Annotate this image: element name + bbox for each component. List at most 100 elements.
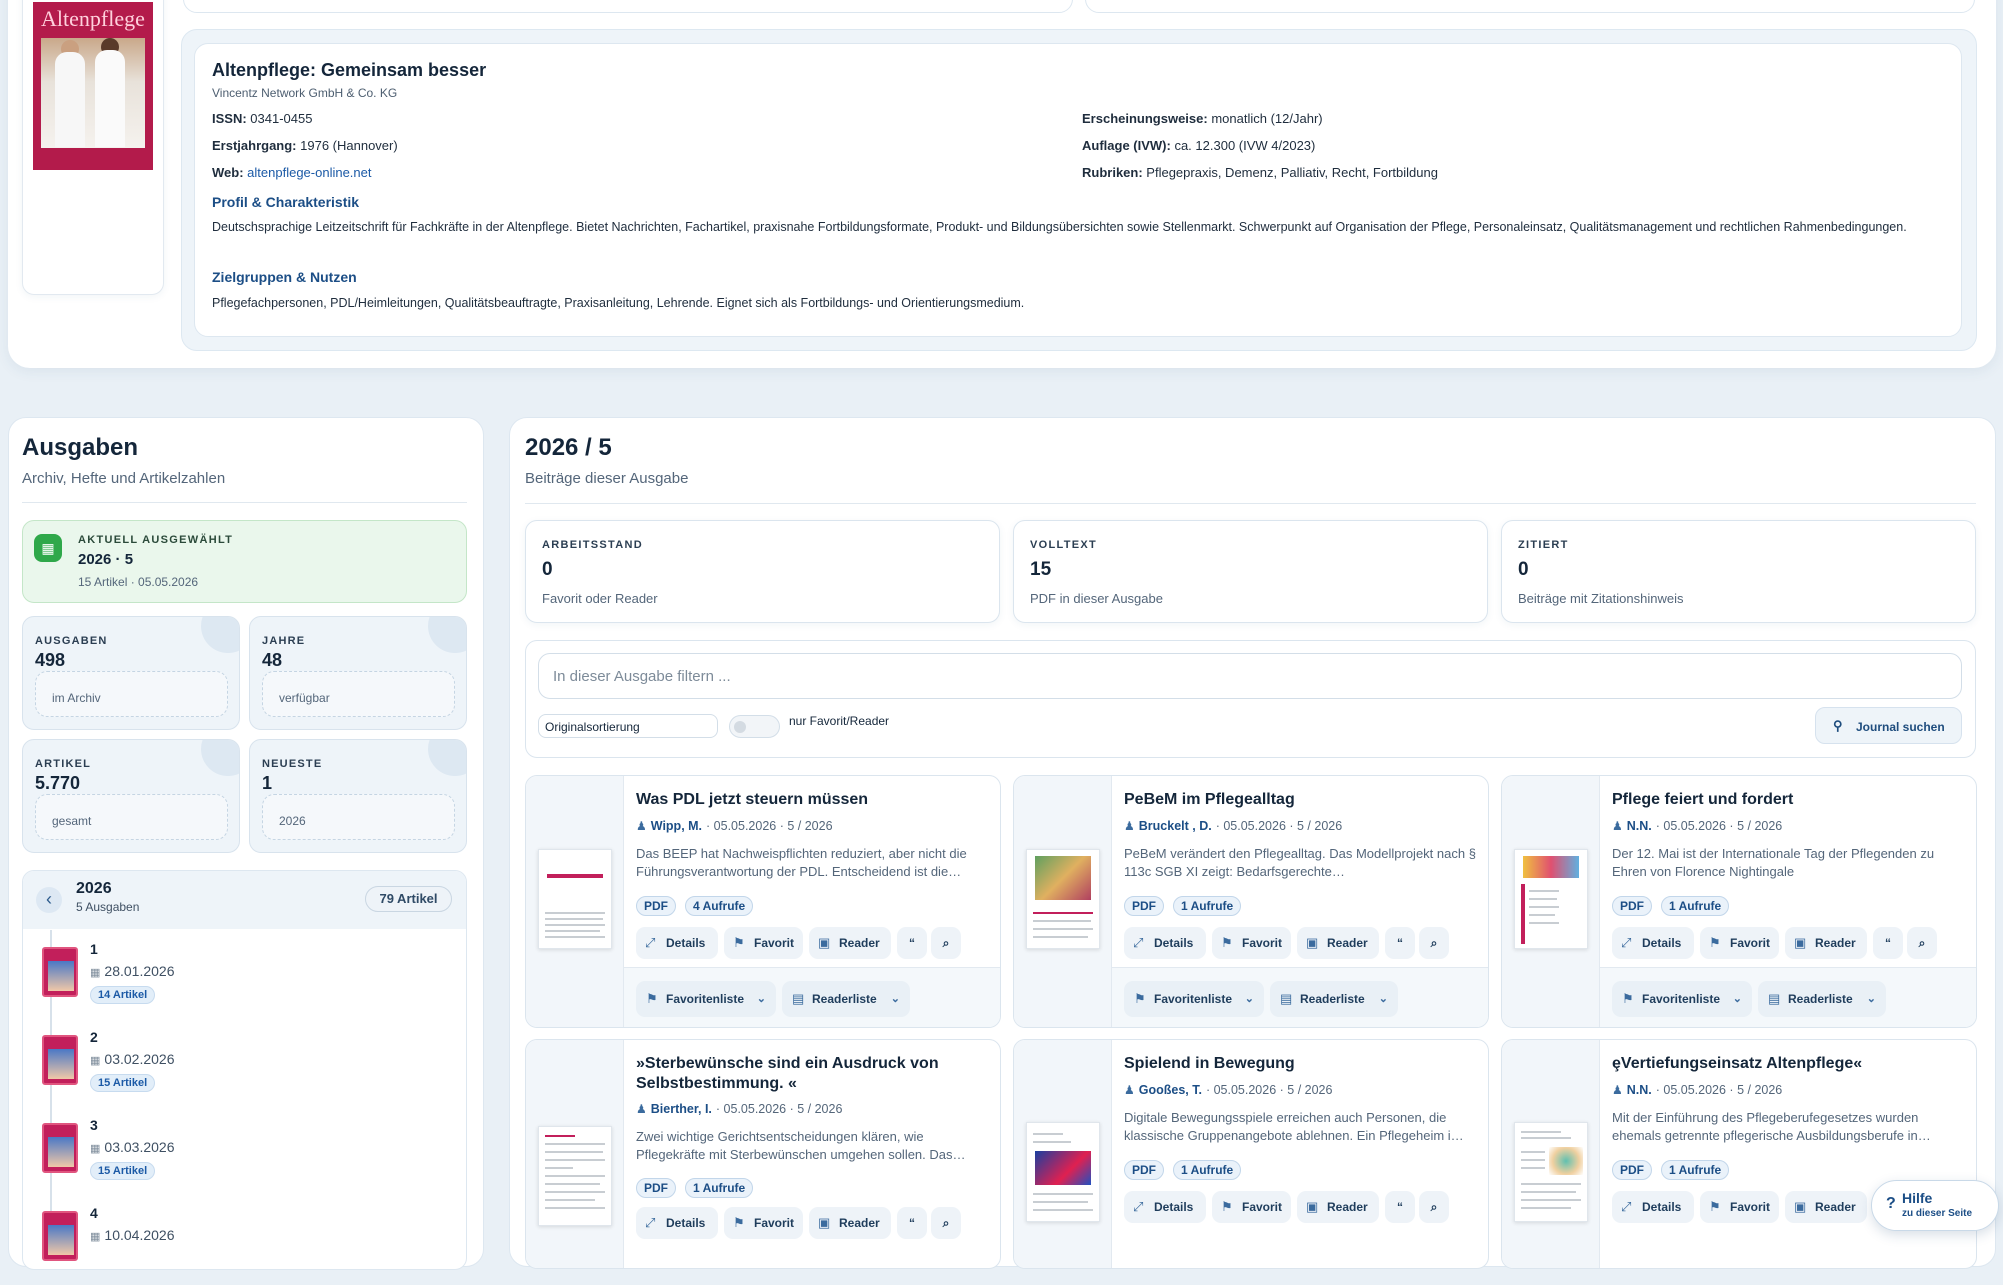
favorite-button[interactable]: ⚑ Favorit [1700,1191,1779,1223]
favorite-button[interactable]: ⚑ Favorit [724,1207,803,1239]
article-description: Das BEEP hat Nachweispflichten reduziert… [636,846,967,879]
cite-button[interactable]: “ [897,927,927,959]
favorite-list-dropdown[interactable]: ⚑ Favoritenliste ⌄ [1612,981,1752,1017]
favorite-list-dropdown[interactable]: ⚑ Favoritenliste ⌄ [1124,981,1264,1017]
views-badge: 4 Aufrufe [685,896,754,916]
article-title[interactable]: Was PDL jetzt steuern müssen [636,790,986,810]
reader-button[interactable]: ▣ Reader [809,1207,891,1239]
pdf-badge[interactable]: PDF [1124,896,1164,916]
details-button[interactable]: ⤢ Details [1612,927,1694,959]
reader-list-dropdown[interactable]: ▤ Readerliste ⌄ [1758,981,1886,1017]
chevron-down-icon: ⌄ [756,993,766,1005]
details-button[interactable]: ⤢ Details [636,927,718,959]
article-title[interactable]: Spielend in Bewegung [1124,1054,1474,1074]
calendar-icon: ▦ [90,967,101,979]
bookmark-icon: ⚑ [1622,991,1634,1006]
cite-button[interactable]: “ [1385,927,1415,959]
journal-search-button[interactable]: ⚲ Journal suchen [1815,707,1962,744]
issue-thumbnail [42,947,78,997]
favorite-button[interactable]: ⚑ Favorit [724,927,803,959]
article-thumbnail[interactable] [1026,849,1100,949]
chevron-down-icon: ⌄ [1244,993,1254,1005]
pdf-badge[interactable]: PDF [1612,1160,1652,1180]
calendar-icon: ▦ [90,1231,101,1243]
article-thumbnail[interactable] [538,1126,612,1226]
divider [525,503,1976,504]
zoom-button[interactable]: ⌕ [931,1207,961,1239]
article-thumbnail[interactable] [1026,1122,1100,1222]
article-count-badge: 15 Artikel [90,1162,156,1180]
article-card: »Sterbewünsche sind ein Ausdruck von Sel… [525,1039,1001,1269]
pdf-badge[interactable]: PDF [1612,896,1652,916]
views-badge: 1 Aufrufe [685,1178,754,1198]
expand-icon: ⤢ [645,1215,656,1230]
pdf-badge[interactable]: PDF [636,1178,676,1198]
article-meta: ♟ Bruckelt , D. · 05.05.2026 · 5 / 2026 [1124,819,1343,833]
cite-button[interactable]: “ [1385,1191,1415,1223]
chevron-left-icon[interactable]: ‹ [36,887,62,913]
details-button[interactable]: ⤢ Details [1124,1191,1206,1223]
article-description: Mit der Einführung des Pflegeberufegeset… [1612,1110,1931,1143]
reader-button[interactable]: ▣ Reader [1785,1191,1867,1223]
reader-button[interactable]: ▣ Reader [1297,927,1379,959]
stat-articles: ARTIKEL 5.770 gesamt [22,739,240,853]
expand-icon: ⤢ [1133,935,1144,950]
favorite-reader-toggle[interactable] [729,715,780,738]
issue-item[interactable]: 2 ▦ 03.02.2026 15 Artikel [42,1029,442,1109]
article-title[interactable]: ȩVertiefungseinsatz Altenpflege« [1612,1054,1962,1074]
chevron-down-icon: ⌄ [890,993,900,1005]
details-button[interactable]: ⤢ Details [1612,1191,1694,1223]
issue-item[interactable]: 3 ▦ 03.03.2026 15 Artikel [42,1117,442,1197]
reader-button[interactable]: ▣ Reader [1785,927,1867,959]
zoom-button[interactable]: ⌕ [1419,1191,1449,1223]
calendar-icon: ▦ [90,1055,101,1067]
calendar-icon: ▦ [90,1143,101,1155]
quote-icon: “ [909,936,915,950]
book-icon: ▣ [818,935,831,950]
article-title[interactable]: PeBeM im Pflegealltag [1124,790,1474,810]
web-link[interactable]: altenpflege-online.net [247,165,371,180]
favorite-button[interactable]: ⚑ Favorit [1700,927,1779,959]
issue-item[interactable]: 4 ▦ 10.04.2026 [42,1205,442,1285]
cite-button[interactable]: “ [1873,927,1903,959]
article-card: Spielend in Bewegung ♟ Gooßes, T. · 05.05.… [1013,1039,1489,1269]
web-row: Web: altenpflege-online.net [212,165,372,180]
cite-button[interactable]: “ [897,1207,927,1239]
year-issue-count: 5 Ausgaben [76,900,140,914]
expand-icon: ⤢ [1133,1199,1144,1214]
journal-cover-image[interactable]: Altenpflege [33,2,153,170]
zoom-button[interactable]: ⌕ [1907,927,1937,959]
help-button[interactable]: ? Hilfe zu dieser Seite [1871,1180,1999,1231]
pdf-badge[interactable]: PDF [636,896,676,916]
article-title[interactable]: Pflege feiert und fordert [1612,790,1962,810]
bookmark-icon: ⚑ [1709,1199,1721,1214]
sort-select[interactable]: Originalsortierung [538,714,718,738]
quote-icon: “ [909,1216,915,1230]
reader-button[interactable]: ▣ Reader [1297,1191,1379,1223]
article-meta: ♟ N.N. · 05.05.2026 · 5 / 2026 [1612,819,1783,833]
details-button[interactable]: ⤢ Details [1124,927,1206,959]
views-badge: 1 Aufrufe [1661,1160,1730,1180]
reader-button[interactable]: ▣ Reader [809,927,891,959]
article-description: Der 12. Mai ist der Internationale Tag d… [1612,846,1935,879]
users-icon: ♟ [1612,819,1623,833]
favorite-list-dropdown[interactable]: ⚑ Favoritenliste ⌄ [636,981,776,1017]
expand-icon: ⤢ [1621,935,1632,950]
reader-list-dropdown[interactable]: ▤ Readerliste ⌄ [1270,981,1398,1017]
zoom-button[interactable]: ⌕ [1419,927,1449,959]
favorite-button[interactable]: ⚑ Favorit [1212,927,1291,959]
favorite-button[interactable]: ⚑ Favorit [1212,1191,1291,1223]
audience-text: Pflegefachpersonen, PDL/Heimleitungen, Q… [212,296,1025,310]
issue-filter-input[interactable]: In dieser Ausgabe filtern ... [538,653,1962,699]
article-thumbnail[interactable] [1514,1122,1588,1222]
article-thumbnail[interactable] [538,849,612,949]
article-title[interactable]: »Sterbewünsche sind ein Ausdruck von Sel… [636,1054,986,1094]
issue-item[interactable]: 1 ▦ 28.01.2026 14 Artikel [42,941,442,1021]
zoom-button[interactable]: ⌕ [931,927,961,959]
article-thumbnail[interactable] [1514,849,1588,949]
users-icon: ♟ [636,1102,647,1116]
pdf-badge[interactable]: PDF [1124,1160,1164,1180]
reader-list-dropdown[interactable]: ▤ Readerliste ⌄ [782,981,910,1017]
details-button[interactable]: ⤢ Details [636,1207,718,1239]
users-icon: ♟ [636,819,647,833]
